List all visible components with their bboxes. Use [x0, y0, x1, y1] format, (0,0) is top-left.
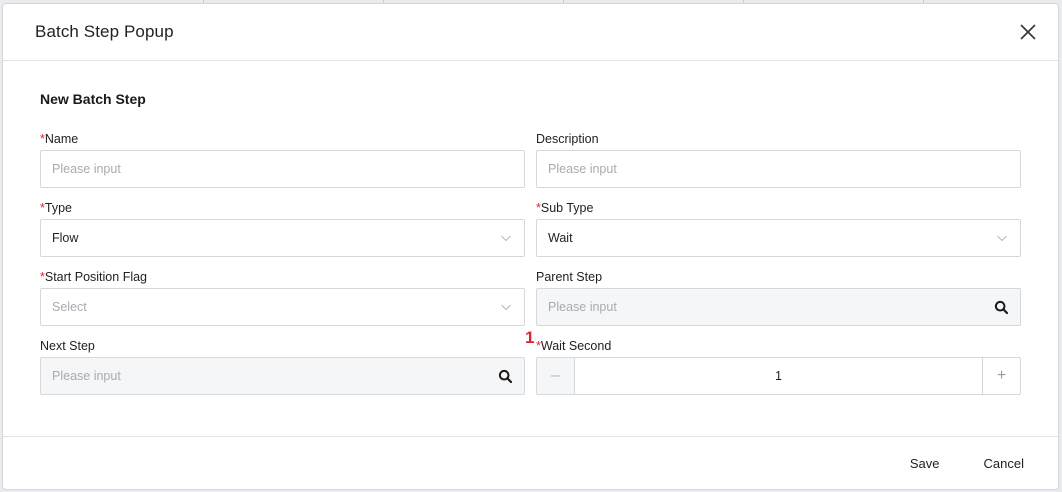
start-position-flag-select[interactable]: Select: [40, 288, 525, 326]
type-label: *Type: [40, 201, 72, 215]
sub-type-value: Wait: [548, 231, 573, 245]
name-input[interactable]: Please input: [40, 150, 525, 188]
next-step-input[interactable]: Please input: [40, 357, 525, 395]
next-step-placeholder: Please input: [52, 369, 121, 383]
parent-step-field-group: Parent Step Please input: [536, 268, 1021, 326]
cancel-button[interactable]: Cancel: [984, 456, 1024, 471]
type-select[interactable]: Flow: [40, 219, 525, 257]
next-step-field-group: Next Step Please input: [40, 337, 525, 395]
parent-step-placeholder: Please input: [548, 300, 617, 314]
wait-second-label: *Wait Second: [536, 339, 612, 353]
name-label: *Name: [40, 132, 79, 146]
description-label: Description: [536, 132, 599, 146]
modal-title: Batch Step Popup: [35, 22, 174, 41]
wait-second-stepper[interactable]: – 1 +: [536, 357, 1021, 395]
type-field-group: *Type Flow: [40, 199, 525, 257]
sub-type-field-group: *Sub Type Wait: [536, 199, 1021, 257]
batch-step-modal: Batch Step Popup New Batch Step *Name Pl…: [3, 4, 1058, 489]
modal-header: Batch Step Popup: [3, 4, 1058, 61]
chevron-down-icon: [501, 235, 511, 242]
close-button[interactable]: [1017, 21, 1039, 43]
start-position-flag-placeholder: Select: [52, 300, 87, 314]
parent-step-label: Parent Step: [536, 270, 603, 284]
sub-type-label: *Sub Type: [536, 201, 594, 215]
description-input[interactable]: Please input: [536, 150, 1021, 188]
next-step-label: Next Step: [40, 339, 95, 353]
sub-type-select[interactable]: Wait: [536, 219, 1021, 257]
search-icon[interactable]: [498, 369, 513, 384]
wait-second-value[interactable]: 1: [575, 369, 982, 383]
save-button[interactable]: Save: [910, 456, 940, 471]
increment-button[interactable]: +: [982, 358, 1020, 394]
parent-step-input[interactable]: Please input: [536, 288, 1021, 326]
section-title: New Batch Step: [40, 91, 146, 107]
chevron-down-icon: [501, 304, 511, 311]
search-icon[interactable]: [994, 300, 1009, 315]
type-value: Flow: [52, 231, 79, 245]
name-placeholder: Please input: [52, 162, 121, 176]
modal-body: New Batch Step *Name Please input Descri…: [3, 61, 1058, 436]
decrement-button[interactable]: –: [537, 358, 575, 394]
name-field-group: *Name Please input: [40, 130, 525, 188]
description-placeholder: Please input: [548, 162, 617, 176]
annotation-marker: 1: [525, 328, 535, 347]
description-field-group: Description Please input: [536, 130, 1021, 188]
close-icon: [1020, 24, 1036, 40]
batch-step-form: *Name Please input Description Please in…: [40, 130, 1021, 395]
start-position-flag-label: *Start Position Flag: [40, 270, 148, 284]
modal-footer: Save Cancel: [3, 436, 1058, 489]
wait-second-field-group: 1 *Wait Second – 1 +: [525, 328, 1021, 395]
start-position-flag-field-group: *Start Position Flag Select: [40, 268, 525, 326]
chevron-down-icon: [997, 235, 1007, 242]
